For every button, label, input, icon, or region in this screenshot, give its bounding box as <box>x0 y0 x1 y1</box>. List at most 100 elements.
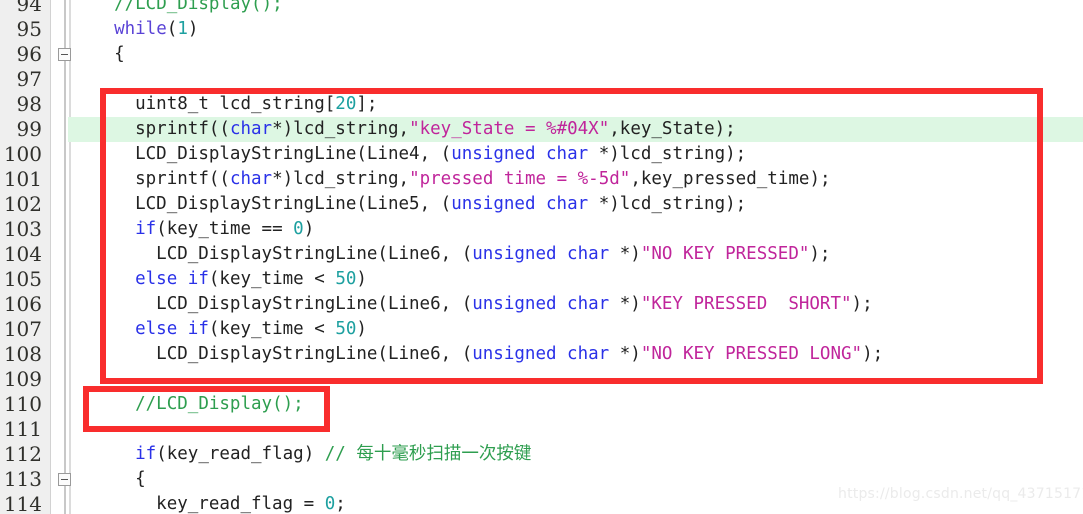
code-text: while(1) <box>114 17 198 42</box>
code-line[interactable]: 110 //LCD_Display(); <box>0 392 1083 417</box>
code-line[interactable]: 95 while(1) <box>0 17 1083 42</box>
token-pl: ) <box>187 19 199 39</box>
code-line[interactable]: 96 { <box>0 42 1083 67</box>
token-pl: (key_time == <box>156 219 294 239</box>
token-kw: unsigned char <box>472 294 610 314</box>
token-pl: LCD_DisplayStringLine(Line6, ( <box>156 244 473 264</box>
code-line[interactable]: 112 if(key_read_flag) // 每十毫秒扫描一次按键 <box>0 442 1083 467</box>
line-number: 97 <box>16 67 42 91</box>
code-line[interactable]: 101 sprintf((char*)lcd_string,"pressed ti… <box>0 167 1083 192</box>
token-pl: ]; <box>356 94 378 114</box>
token-str: "KEY PRESSED SHORT" <box>640 294 852 314</box>
code-line[interactable]: 107 else if(key_time < 50) <box>0 317 1083 342</box>
code-line[interactable]: 105 else if(key_time < 50) <box>0 267 1083 292</box>
fold-toggle-icon[interactable] <box>58 473 71 486</box>
token-pl: sprintf(( <box>135 169 230 189</box>
code-text: //LCD_Display(); <box>135 392 304 417</box>
code-text: { <box>114 42 125 67</box>
token-cmt: // <box>324 444 357 464</box>
token-pl: ); <box>862 344 884 364</box>
token-cn: 每十毫秒扫描一次按键 <box>356 444 532 464</box>
token-pl: ,key_pressed_time); <box>630 169 831 189</box>
code-line[interactable]: 111 <box>0 417 1083 442</box>
token-cmt: //LCD_Display(); <box>135 394 304 414</box>
code-line[interactable]: 103 if(key_time == 0) <box>0 217 1083 242</box>
code-line[interactable]: 99 sprintf((char*)lcd_string,"key_State =… <box>0 117 1083 142</box>
token-cmt: //LCD_Display(); <box>114 0 283 14</box>
line-number: 106 <box>3 292 42 316</box>
token-kw: if <box>135 219 157 239</box>
token-kw: char <box>229 169 273 189</box>
code-text: LCD_DisplayStringLine(Line6, (unsigned c… <box>156 342 883 367</box>
token-pl: *) <box>609 294 641 314</box>
code-text: { <box>135 467 146 492</box>
code-line[interactable]: 97 <box>0 67 1083 92</box>
token-num: 0 <box>293 219 304 239</box>
watermark: https://blog.csdn.net/qq_43715171 <box>838 486 1083 502</box>
line-number: 111 <box>3 417 42 441</box>
line-number: 114 <box>3 492 42 514</box>
code-text: //LCD_Display(); <box>114 0 283 17</box>
token-kw: if <box>135 444 157 464</box>
token-pl: LCD_DisplayStringLine(Line4, ( <box>135 144 452 164</box>
code-line[interactable]: 100 LCD_DisplayStringLine(Line4, (unsigne… <box>0 142 1083 167</box>
code-line[interactable]: 108 LCD_DisplayStringLine(Line6, (unsigne… <box>0 342 1083 367</box>
token-pl: *)lcd_string); <box>588 194 747 214</box>
line-number: 104 <box>3 242 42 266</box>
code-editor[interactable]: 94 //LCD_Display(); 95 while(1) 96 {97 98 uint8… <box>0 0 1083 514</box>
line-number: 101 <box>3 167 42 191</box>
token-num: 50 <box>335 269 357 289</box>
token-pl: { <box>114 44 125 64</box>
token-num: 50 <box>335 319 357 339</box>
token-pl: uint8_t lcd_string[ <box>135 94 336 114</box>
code-text: LCD_DisplayStringLine(Line4, (unsigned c… <box>135 142 746 167</box>
token-pl: *)lcd_string, <box>272 119 410 139</box>
fold-toggle-icon[interactable] <box>58 48 71 61</box>
token-pl: LCD_DisplayStringLine(Line6, ( <box>156 344 473 364</box>
token-pl: *)lcd_string); <box>588 144 747 164</box>
code-text: else if(key_time < 50) <box>135 267 367 292</box>
token-pl: LCD_DisplayStringLine(Line5, ( <box>135 194 452 214</box>
token-pl: *) <box>609 244 641 264</box>
code-line[interactable]: 102 LCD_DisplayStringLine(Line5, (unsigne… <box>0 192 1083 217</box>
line-number: 98 <box>16 92 42 116</box>
token-str: "NO KEY PRESSED" <box>640 244 810 264</box>
line-number: 102 <box>3 192 42 216</box>
code-text: LCD_DisplayStringLine(Line5, (unsigned c… <box>135 192 746 217</box>
token-str: "NO KEY PRESSED LONG" <box>640 344 863 364</box>
token-num: 1 <box>177 19 188 39</box>
token-kw: unsigned char <box>472 344 610 364</box>
token-kw: else if <box>135 269 209 289</box>
token-str: "key_State = %#04X" <box>409 119 610 139</box>
code-text: LCD_DisplayStringLine(Line6, (unsigned c… <box>156 242 830 267</box>
code-line[interactable]: 106 LCD_DisplayStringLine(Line6, (unsigne… <box>0 292 1083 317</box>
line-number: 112 <box>3 442 42 466</box>
token-kw: unsigned char <box>451 144 589 164</box>
line-number: 99 <box>16 117 42 141</box>
line-number: 108 <box>3 342 42 366</box>
code-line[interactable]: 104 LCD_DisplayStringLine(Line6, (unsigne… <box>0 242 1083 267</box>
token-pl: key_read_flag = <box>156 494 325 514</box>
token-num: 0 <box>324 494 336 514</box>
code-text: uint8_t lcd_string[20]; <box>135 92 377 117</box>
line-number: 95 <box>16 17 42 41</box>
token-pl: ) <box>303 219 315 239</box>
code-line[interactable]: 109 <box>0 367 1083 392</box>
token-kw: unsigned char <box>472 244 610 264</box>
token-str: "pressed time = %-5d" <box>409 169 631 189</box>
code-text: sprintf((char*)lcd_string,"pressed time … <box>135 167 830 192</box>
token-pl: *)lcd_string, <box>272 169 410 189</box>
line-number: 109 <box>3 367 42 391</box>
token-kw: char <box>229 119 273 139</box>
line-number: 94 <box>16 0 42 16</box>
token-num: 20 <box>335 94 357 114</box>
token-pl: *) <box>609 344 641 364</box>
code-line[interactable]: 94 //LCD_Display(); <box>0 0 1083 17</box>
token-kw: unsigned char <box>451 194 589 214</box>
code-text: if(key_time == 0) <box>135 217 314 242</box>
code-text: key_read_flag = 0; <box>156 492 346 514</box>
token-pl: ) <box>356 319 367 339</box>
token-pl: sprintf(( <box>135 119 230 139</box>
line-number: 113 <box>3 467 42 491</box>
code-line[interactable]: 98 uint8_t lcd_string[20]; <box>0 92 1083 117</box>
